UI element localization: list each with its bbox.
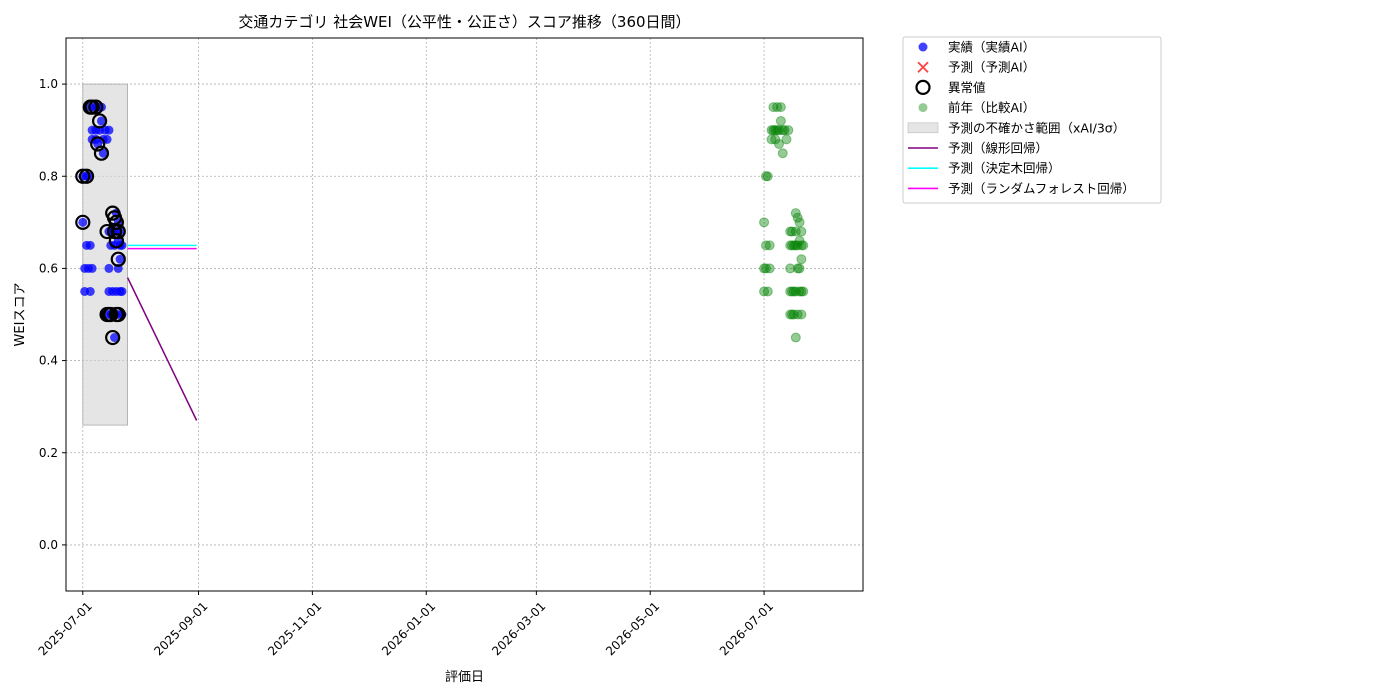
legend-marker-band xyxy=(907,122,939,134)
grid xyxy=(66,38,863,591)
axis-ticks-layer: 0.0 0.2 0.4 0.6 0.8 1.0 2025-07-01 2025-09-01 20… xyxy=(36,77,776,658)
plot-area-frame xyxy=(65,37,864,592)
actual-point xyxy=(104,263,114,273)
x-axis-label: 評価日 xyxy=(445,670,484,685)
x-tick-label: 2026-03-01 xyxy=(489,599,548,658)
actual-point xyxy=(104,125,114,135)
y-tick-label: 0.2 xyxy=(39,446,58,460)
previous-year-point xyxy=(794,217,805,228)
uncertainty-band-layer xyxy=(82,83,128,426)
linear-regression-line xyxy=(126,277,198,421)
legend-marker-faded-dot xyxy=(918,103,928,113)
previous-year-point xyxy=(759,217,770,228)
actual-point xyxy=(85,240,95,250)
legend-label: 予測（線形回帰） xyxy=(948,141,1048,156)
x-tick-label: 2026-01-01 xyxy=(379,599,438,658)
previous-year-point xyxy=(762,286,773,297)
legend-label: 前年（比較AI） xyxy=(948,100,1035,115)
legend: 実績（実績AI） 予測（予測AI） 異常値前年（比較AI） 予測の不確かさ範囲（xAI… xyxy=(902,36,1162,204)
y-tick-label: 0.6 xyxy=(39,261,58,275)
previous-year-point xyxy=(798,240,809,251)
previous-year-point xyxy=(783,125,794,136)
legend-label: 予測（決定木回帰） xyxy=(948,161,1061,176)
legend-marker-dot xyxy=(918,42,928,52)
actual-point xyxy=(85,286,95,296)
x-tick-label: 2025-09-01 xyxy=(151,599,210,658)
previous-year-point xyxy=(764,240,775,251)
previous-year-point xyxy=(796,226,807,237)
actual-point xyxy=(78,217,88,227)
y-tick-label: 0.0 xyxy=(39,538,58,552)
x-tick-label: 2025-11-01 xyxy=(265,599,324,658)
previous-year-point xyxy=(790,332,801,343)
actual-point xyxy=(87,263,97,273)
previous-year-point xyxy=(777,148,788,159)
legend-label: 予測の不確かさ範囲（xAI/3σ） xyxy=(948,120,1125,135)
forecast-lines-layer xyxy=(126,244,198,421)
x-tick-label: 2026-07-01 xyxy=(717,599,776,658)
x-tick-label: 2025-07-01 xyxy=(36,599,95,658)
legend-label: 実績（実績AI） xyxy=(948,40,1035,55)
legend-label: 予測（ランダムフォレスト回帰） xyxy=(948,181,1135,196)
previous-year-points-layer xyxy=(759,102,809,343)
y-tick-label: 0.4 xyxy=(39,354,58,368)
chart: 0.0 0.2 0.4 0.6 0.8 1.0 2025-07-01 2025-09-01 20… xyxy=(13,13,1162,685)
x-tick-label: 2026-05-01 xyxy=(603,599,662,658)
chart-title: 交通カテゴリ 社会WEI（公平性・公正さ）スコア推移（360日間） xyxy=(238,13,690,31)
previous-year-point xyxy=(781,134,792,145)
legend-label: 異常値 xyxy=(948,80,986,95)
y-tick-label: 0.8 xyxy=(39,169,58,183)
previous-year-point xyxy=(775,102,786,113)
previous-year-point xyxy=(794,263,805,274)
previous-year-point xyxy=(796,254,807,265)
previous-year-point xyxy=(764,263,775,274)
y-tick-label: 1.0 xyxy=(39,77,58,91)
previous-year-point xyxy=(796,309,807,320)
uncertainty-band xyxy=(82,83,128,426)
actual-point xyxy=(117,286,127,296)
y-axis-label: WEIスコア xyxy=(13,283,28,347)
legend-label: 予測（予測AI） xyxy=(948,60,1035,75)
previous-year-point xyxy=(775,115,786,126)
previous-year-point xyxy=(798,286,809,297)
previous-year-point xyxy=(762,171,773,182)
